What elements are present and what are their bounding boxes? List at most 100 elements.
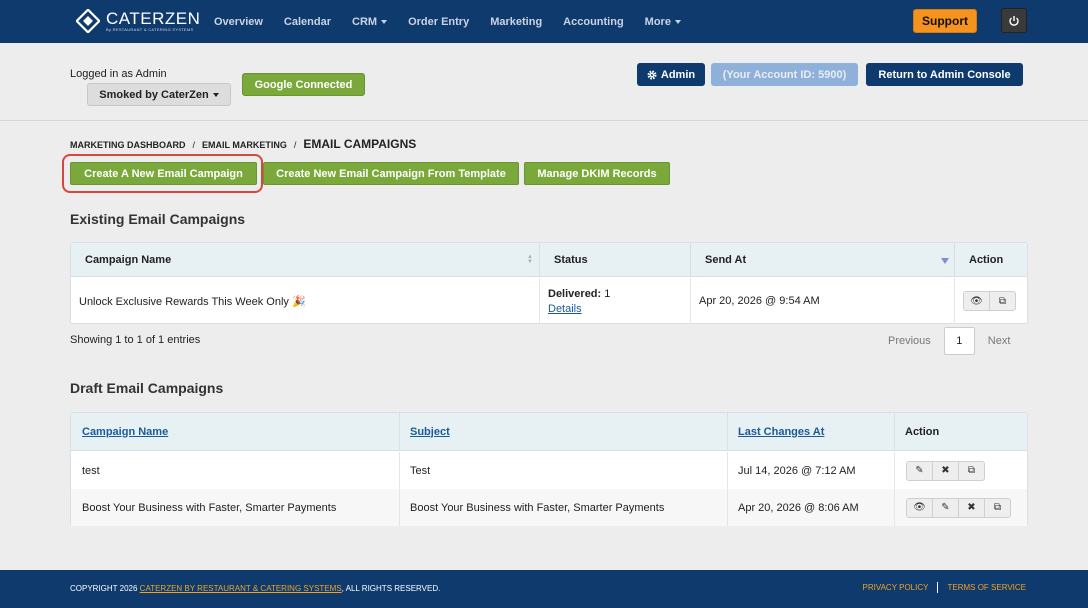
sort-last-changes-link[interactable]: Last Changes At (738, 426, 824, 438)
gear-icon (647, 69, 657, 80)
footer-divider (937, 582, 939, 593)
support-button[interactable]: Support (913, 9, 977, 33)
table-row: Boost Your Business with Faster, Smarter… (71, 489, 1027, 526)
copy-icon: ⧉ (998, 295, 1007, 307)
entries-info: Showing 1 to 1 of 1 entries (70, 334, 201, 346)
nav-calendar[interactable]: Calendar (284, 16, 331, 28)
campaign-name-cell: Unlock Exclusive Rewards This Week Only … (71, 278, 540, 324)
subject-cell: Test (400, 452, 728, 489)
breadcrumb-separator: / (192, 140, 196, 150)
breadcrumb-separator: / (293, 140, 297, 150)
draft-campaigns-table: Campaign Name Subject Last Changes At Ac… (70, 412, 1028, 526)
copyright: COPYRIGHT 2026 CATERZEN BY RESTAURANT & … (70, 584, 441, 593)
last-changed-cell: Apr 20, 2026 @ 8:06 AM (728, 489, 895, 526)
last-changed-cell: Jul 14, 2026 @ 7:12 AM (728, 452, 895, 489)
action-cell: ✎ ✖ ⧉ (895, 452, 1027, 489)
existing-campaigns-table: Campaign Name ▲ ▼ Status Send At Action U… (70, 242, 1028, 324)
eye-icon: 👁 (970, 295, 983, 307)
copy-button[interactable]: ⧉ (958, 460, 985, 481)
pagination: Previous 1 Next (888, 327, 1010, 355)
col-last-changes[interactable]: Last Changes At (728, 413, 895, 450)
footer-links: PRIVACY POLICY TERMS OF SERVICE (863, 582, 1026, 593)
nav-overview[interactable]: Overview (214, 16, 263, 28)
nav-more[interactable]: More (645, 16, 681, 28)
col-send-at[interactable]: Send At (691, 243, 955, 276)
status-cell: Delivered: 1 Details (540, 278, 691, 324)
create-from-template-button[interactable]: Create New Email Campaign From Template (263, 162, 519, 185)
pager-page-1[interactable]: 1 (943, 327, 975, 355)
brand-name: CATERZEN (106, 9, 201, 28)
google-connected-button[interactable]: Google Connected (242, 73, 365, 96)
close-icon: ✖ (967, 502, 976, 513)
terms-of-service-link[interactable]: TERMS OF SERVICE (947, 583, 1026, 592)
col-campaign-name[interactable]: Campaign Name ▲ ▼ (71, 243, 540, 276)
edit-button[interactable]: ✎ (906, 460, 933, 481)
eye-icon: 👁 (913, 502, 926, 513)
top-navbar: CATERZEN By RESTAURANT & CATERING SYSTEM… (0, 0, 1088, 43)
brand-tagline: By RESTAURANT & CATERING SYSTEMS (106, 27, 194, 32)
delete-button[interactable]: ✖ (932, 460, 959, 481)
table-row: Unlock Exclusive Rewards This Week Only … (71, 278, 1027, 324)
power-icon (1009, 15, 1019, 26)
company-link[interactable]: CATERZEN BY RESTAURANT & CATERING SYSTEM… (140, 584, 342, 593)
edit-icon: ✎ (915, 465, 924, 476)
nav-crm[interactable]: CRM (352, 16, 388, 28)
existing-campaigns-title: Existing Email Campaigns (70, 211, 246, 227)
delete-button[interactable]: ✖ (958, 497, 985, 518)
chevron-down-icon (674, 19, 681, 24)
chevron-down-icon (381, 19, 388, 24)
account-id-badge: (Your Account ID: 5900) (711, 63, 858, 86)
action-cell: 👁 ✎ ✖ ⧉ (895, 489, 1027, 526)
page-title: EMAIL CAMPAIGNS (303, 137, 417, 151)
draft-campaigns-title: Draft Email Campaigns (70, 380, 224, 396)
table-row: test Test Jul 14, 2026 @ 7:12 AM ✎ ✖ ⧉ (71, 452, 1027, 489)
col-campaign-name[interactable]: Campaign Name (71, 413, 400, 450)
breadcrumb: MARKETING DASHBOARD / EMAIL MARKETING / … (70, 137, 416, 151)
copy-icon: ⧉ (967, 465, 976, 476)
col-subject[interactable]: Subject (400, 413, 728, 450)
table-header: Campaign Name Subject Last Changes At Ac… (71, 413, 1027, 451)
copy-button[interactable]: ⧉ (989, 291, 1016, 311)
col-status[interactable]: Status (540, 243, 691, 276)
nav-accounting[interactable]: Accounting (563, 16, 624, 28)
logout-button[interactable] (1001, 8, 1027, 33)
chevron-down-icon (212, 92, 219, 97)
copy-button[interactable]: ⧉ (984, 497, 1011, 518)
sort-campaign-name-link[interactable]: Campaign Name (82, 426, 168, 438)
logged-in-text: Logged in as Admin (70, 68, 167, 80)
nav-marketing[interactable]: Marketing (490, 16, 542, 28)
store-selector[interactable]: Smoked by CaterZen (87, 83, 231, 106)
details-link[interactable]: Details (548, 303, 582, 315)
account-header: Logged in as Admin Smoked by CaterZen Go… (0, 43, 1088, 121)
view-button[interactable]: 👁 (963, 291, 990, 311)
action-cell: 👁 ⧉ (955, 278, 1027, 324)
pager-next[interactable]: Next (988, 335, 1011, 347)
edit-button[interactable]: ✎ (932, 497, 959, 518)
pager-previous[interactable]: Previous (888, 335, 931, 347)
sort-icon: ▲ ▼ (527, 254, 533, 265)
breadcrumb-email-marketing[interactable]: EMAIL MARKETING (202, 140, 287, 150)
nav-order-entry[interactable]: Order Entry (408, 16, 469, 28)
admin-button[interactable]: Admin (637, 63, 705, 86)
logo-diamond-icon (76, 9, 100, 33)
col-action: Action (969, 253, 1004, 266)
send-at-cell: Apr 20, 2026 @ 9:54 AM (691, 278, 955, 324)
campaign-name-cell: test (71, 452, 400, 489)
main-nav: Overview Calendar CRM Order Entry Market… (214, 0, 702, 43)
copy-icon: ⧉ (993, 502, 1002, 513)
table-header: Campaign Name ▲ ▼ Status Send At Action (71, 243, 1027, 277)
edit-icon: ✎ (941, 502, 950, 513)
col-action: Action (905, 425, 940, 438)
return-to-admin-button[interactable]: Return to Admin Console (866, 63, 1023, 86)
footer: COPYRIGHT 2026 CATERZEN BY RESTAURANT & … (0, 570, 1088, 608)
close-icon: ✖ (941, 465, 950, 476)
privacy-policy-link[interactable]: PRIVACY POLICY (863, 583, 929, 592)
view-button[interactable]: 👁 (906, 497, 933, 518)
create-email-campaign-button[interactable]: Create A New Email Campaign (70, 162, 257, 185)
breadcrumb-marketing-dashboard[interactable]: MARKETING DASHBOARD (70, 140, 186, 150)
manage-dkim-button[interactable]: Manage DKIM Records (524, 162, 670, 185)
sort-subject-link[interactable]: Subject (410, 426, 450, 438)
caterzen-logo[interactable]: CATERZEN By RESTAURANT & CATERING SYSTEM… (76, 9, 200, 33)
status-label: Delivered: (548, 287, 602, 300)
sort-desc-icon (941, 258, 949, 264)
